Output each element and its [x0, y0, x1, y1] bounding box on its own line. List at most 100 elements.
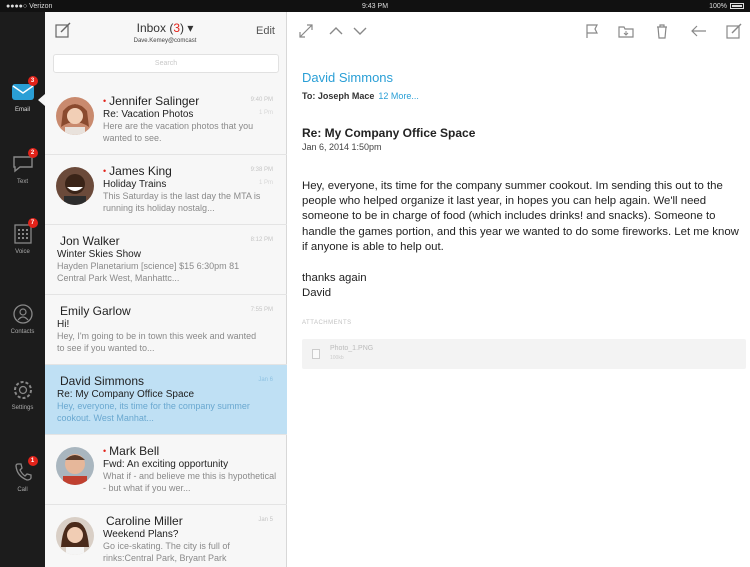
message-sender: Emily Garlow — [57, 304, 131, 318]
message-row[interactable]: Caroline Miller Weekend Plans? Go ice-sk… — [45, 505, 287, 567]
avatar — [56, 447, 94, 485]
message-subject: Re: Vacation Photos — [103, 109, 194, 120]
move-folder-icon[interactable] — [618, 23, 634, 44]
phone-icon: 1 — [11, 456, 38, 484]
app-nav: 3 Email 2 Text 7 Voice Contacts Settings… — [0, 12, 45, 567]
message-subject: Winter Skies Show — [57, 249, 141, 260]
previous-message-icon[interactable] — [328, 23, 344, 44]
sender-name: Jon Walker — [60, 234, 120, 248]
nav-item-contacts[interactable]: Contacts — [0, 296, 45, 348]
nav-label-contacts: Contacts — [10, 329, 35, 335]
nav-item-text[interactable]: 2 Text — [0, 146, 45, 198]
message-preview: Go ice-skating. The city is full of rink… — [103, 541, 230, 563]
nav-label-text: Text — [16, 179, 28, 185]
message-preview: This Saturday is the last day the MTA is… — [103, 191, 261, 213]
battery-indicator: 100% — [709, 3, 744, 10]
from-name[interactable]: David Simmons — [302, 70, 393, 85]
message-sender: • James King — [103, 164, 172, 178]
signoff-text: thanks again — [302, 272, 367, 284]
voice-badge: 7 — [27, 218, 38, 228]
inbox-header: Inbox (3) ▾ Dave.Kemey@comcast Edit — [45, 12, 287, 48]
unread-dot: • — [103, 96, 107, 106]
message-preview: Hey, everyone, its time for the company … — [57, 401, 250, 423]
account-label: Dave.Kemey@comcast — [133, 38, 197, 44]
message-sender: Jon Walker — [57, 234, 120, 248]
inbox-title-text: Inbox ( — [136, 21, 174, 35]
email-body: Hey, everyone, its time for the company … — [302, 180, 739, 253]
reply-icon[interactable] — [690, 23, 708, 44]
message-row-selected[interactable]: David Simmons Re: My Company Office Spac… — [45, 365, 287, 435]
text-badge: 2 — [27, 148, 38, 158]
sender-name: Caroline Miller — [106, 514, 183, 528]
avatar — [56, 517, 94, 555]
nav-item-settings[interactable]: Settings — [0, 372, 45, 424]
nav-label-email: Email — [14, 107, 30, 113]
clock: 9:43 PM — [361, 2, 389, 10]
attachment-name: Photo_1.PNG — [330, 345, 374, 352]
flag-icon[interactable] — [584, 23, 600, 44]
sender-name: Emily Garlow — [60, 304, 131, 318]
recipients-line: To: Joseph Mace 12 More... — [302, 91, 419, 101]
carrier-label: ●●●●○ Verizon — [6, 2, 53, 10]
message-time: 7:55 PM — [250, 307, 273, 313]
expand-icon[interactable] — [298, 23, 314, 44]
inbox-title[interactable]: Inbox (3) ▾ — [105, 21, 225, 35]
attachment-size: 100kb — [330, 355, 344, 361]
nav-label-voice: Voice — [15, 249, 30, 255]
attachment-item[interactable]: Photo_1.PNG 100kb — [302, 339, 746, 369]
email-badge: 3 — [27, 76, 38, 86]
status-bar: ●●●●○ Verizon 9:43 PM 100% — [0, 0, 750, 12]
reading-pane: David Simmons To: Joseph Mace 12 More... … — [288, 12, 750, 567]
next-message-icon[interactable] — [352, 23, 368, 44]
email-subject: Re: My Company Office Space — [302, 126, 476, 140]
more-recipients-link[interactable]: 12 More... — [378, 91, 419, 101]
message-list-panel: Inbox (3) ▾ Dave.Kemey@comcast Edit Sear… — [45, 12, 287, 567]
message-time: Jan 6 — [258, 377, 273, 383]
message-time: Jan 5 — [258, 517, 273, 523]
contact-icon — [11, 302, 35, 326]
compose-icon[interactable] — [55, 22, 71, 43]
sender-name: James King — [109, 164, 172, 178]
to-name[interactable]: Joseph Mace — [318, 91, 375, 101]
message-row[interactable]: • Mark Bell Fwd: An exciting opportunity … — [45, 435, 287, 505]
search-input[interactable]: Search — [53, 54, 279, 73]
message-row[interactable]: • Jennifer Salinger Re: Vacation Photos H… — [45, 85, 287, 155]
nav-item-voice[interactable]: 7 Voice — [0, 216, 45, 268]
chat-bubble-icon: 2 — [11, 148, 38, 176]
sender-name: Jennifer Salinger — [109, 94, 200, 108]
envelope-icon: 3 — [11, 76, 38, 104]
message-row[interactable]: • James King Holiday Trains This Saturday… — [45, 155, 287, 225]
message-preview: Hey, I'm going to be in town this week a… — [57, 331, 257, 353]
message-time: 8:12 PM — [250, 237, 273, 243]
message-subject: Weekend Plans? — [103, 529, 179, 540]
signature-name: David — [302, 286, 332, 299]
avatar — [56, 97, 94, 135]
unread-dot: • — [103, 166, 107, 176]
avatar — [56, 167, 94, 205]
message-subject: Holiday Trains — [103, 179, 167, 190]
message-row[interactable]: Jon Walker Winter Skies Show Hayden Plan… — [45, 225, 287, 295]
sender-name: David Simmons — [60, 374, 145, 388]
to-label: To: — [302, 91, 316, 101]
nav-label-settings: Settings — [11, 405, 34, 411]
message-time: 9:38 PM — [250, 167, 273, 173]
compose-new-icon[interactable] — [726, 23, 742, 44]
message-sender: Caroline Miller — [103, 514, 183, 528]
message-sub-time: 1 Pm — [258, 180, 273, 186]
message-preview: Here are the vacation photos that you wa… — [103, 121, 254, 143]
trash-icon[interactable] — [654, 23, 670, 44]
battery-icon — [730, 2, 744, 9]
message-sender: David Simmons — [57, 374, 144, 388]
email-date: Jan 6, 2014 1:50pm — [302, 142, 382, 152]
message-subject: Hi! — [57, 319, 70, 330]
sender-name: Mark Bell — [109, 444, 160, 458]
edit-button[interactable]: Edit — [256, 25, 275, 37]
keypad-icon: 7 — [11, 218, 38, 246]
message-row[interactable]: Emily Garlow Hi! Hey, I'm going to be in… — [45, 295, 287, 365]
active-nav-marker — [38, 94, 45, 106]
unread-dot: • — [103, 446, 107, 456]
nav-item-call[interactable]: 1 Call — [0, 454, 45, 506]
nav-label-call: Call — [17, 487, 28, 493]
message-sub-time: 1 Pm — [258, 110, 273, 116]
message-subject: Fwd: An exciting opportunity — [103, 459, 229, 470]
